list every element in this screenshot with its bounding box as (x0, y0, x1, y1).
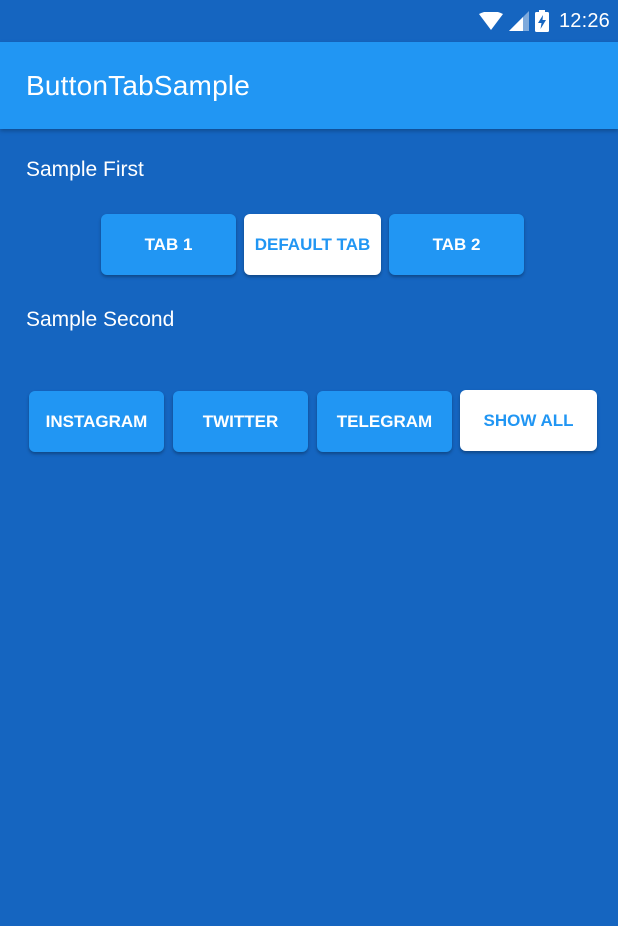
telegram-button[interactable]: TELEGRAM (317, 391, 452, 452)
battery-charging-icon (534, 10, 549, 32)
status-time: 12:26 (558, 9, 610, 32)
status-bar: 12:26 (0, 0, 618, 42)
default-tab-button[interactable]: DEFAULT TAB (244, 214, 381, 275)
cell-signal-icon (508, 11, 529, 31)
app-screen: 12:26 ButtonTabSample Sample First TAB 1… (0, 0, 618, 926)
show-all-button[interactable]: SHOW ALL (460, 390, 597, 451)
section-second-label: Sample Second (26, 308, 175, 331)
tab-2-button[interactable]: TAB 2 (389, 214, 524, 275)
app-title: ButtonTabSample (26, 69, 251, 101)
section-first-label: Sample First (26, 158, 144, 181)
wifi-icon (478, 12, 503, 30)
tab-1-button[interactable]: TAB 1 (101, 214, 236, 275)
twitter-button[interactable]: TWITTER (173, 391, 308, 452)
instagram-button[interactable]: INSTAGRAM (29, 391, 164, 452)
app-bar: ButtonTabSample (0, 42, 618, 129)
